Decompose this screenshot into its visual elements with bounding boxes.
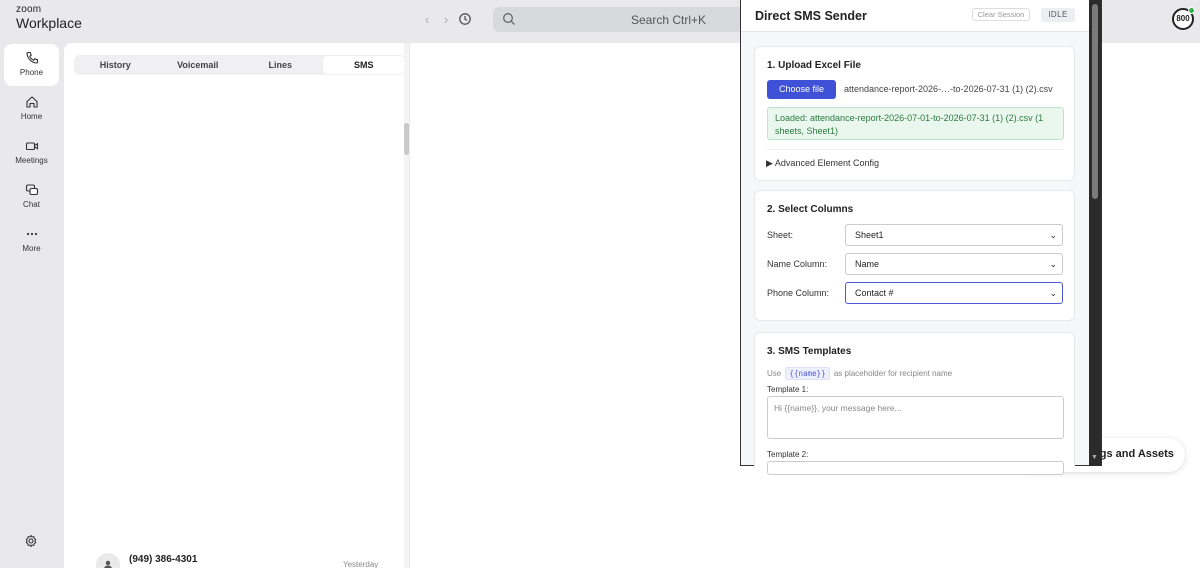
file-name: attendance-report-2026-…-to-2026-07-31 (…	[844, 84, 1053, 94]
loaded-message: Loaded: attendance-report-2026-07-01-to-…	[767, 107, 1064, 140]
templates-heading: 3. SMS Templates	[767, 346, 852, 357]
sheet-select[interactable]: Sheet1 ⌄	[845, 224, 1063, 246]
templates-card: 3. SMS Templates Use {{name}} as placeho…	[754, 332, 1075, 475]
name-column-value: Name	[855, 259, 880, 269]
phone-tabs: History Voicemail Lines SMS	[74, 55, 406, 75]
contact-name: (949) 386-4301	[129, 554, 198, 565]
rail-label: Meetings	[15, 156, 48, 165]
template-1-placeholder: Hi {{name}}, your message here...	[774, 403, 902, 413]
name-column-label: Name Column:	[767, 259, 828, 269]
choose-file-button[interactable]: Choose file	[767, 80, 836, 99]
sheet-label: Sheet:	[767, 230, 794, 240]
popup-header: Direct SMS Sender Clear Session IDLE	[741, 0, 1089, 32]
logo-product: Workplace	[16, 15, 82, 31]
chat-icon	[25, 184, 38, 196]
rail-label: More	[22, 244, 41, 253]
rail-label: Phone	[19, 68, 44, 77]
video-icon	[25, 142, 38, 151]
avatar-label: 800	[1176, 14, 1190, 23]
back-icon[interactable]: ‹	[419, 12, 435, 28]
logo-brand: zoom	[16, 4, 42, 15]
template-1-label: Template 1:	[767, 385, 809, 394]
rail-item-chat[interactable]: Chat	[4, 176, 59, 218]
columns-heading: 2. Select Columns	[767, 204, 854, 215]
app-logo: zoom Workplace	[16, 4, 82, 31]
hint-prefix: Use	[767, 369, 782, 378]
chevron-down-icon: ⌄	[1049, 230, 1057, 240]
divider	[767, 149, 1064, 150]
sms-sender-popup: Direct SMS Sender Clear Session IDLE 1. …	[740, 0, 1102, 475]
template-2-label: Template 2:	[767, 450, 809, 459]
placeholder-code: {{name}}	[785, 367, 830, 380]
more-icon	[26, 232, 37, 236]
rail-item-home[interactable]: Home	[4, 88, 59, 130]
settings-icon[interactable]	[24, 534, 38, 553]
phone-column-label: Phone Column:	[767, 288, 830, 298]
search-icon	[503, 13, 515, 25]
scroll-down-icon[interactable]: ▼	[1091, 454, 1099, 462]
chevron-down-icon: ⌄	[1049, 288, 1057, 298]
contact-avatar	[96, 553, 120, 568]
tab-history[interactable]: History	[74, 55, 157, 75]
phone-list-panel: History Voicemail Lines SMS (949) 386-43…	[64, 43, 409, 568]
advanced-config-toggle[interactable]: ▶ Advanced Element Config	[766, 158, 879, 169]
contact-date: Yesterday	[343, 560, 379, 568]
list-scrollbar[interactable]	[404, 123, 409, 155]
chevron-down-icon: ⌄	[1049, 259, 1057, 269]
phone-icon	[25, 51, 38, 64]
name-column-select[interactable]: Name ⌄	[845, 253, 1063, 275]
phone-column-select[interactable]: Contact # ⌄	[845, 282, 1063, 304]
list-scroll-track	[404, 43, 409, 568]
history-icon[interactable]	[457, 12, 473, 28]
left-rail: Phone Home Meetings Chat More	[0, 42, 62, 568]
rail-item-phone[interactable]: Phone	[4, 44, 59, 86]
popup-title: Direct SMS Sender	[755, 9, 867, 23]
sheet-value: Sheet1	[855, 230, 884, 240]
list-item[interactable]: (949) 386-4301 Yesterday	[96, 551, 386, 568]
rail-item-more[interactable]: More	[4, 220, 59, 262]
popup-scroll-thumb[interactable]	[1092, 4, 1098, 199]
upload-heading: 1. Upload Excel File	[767, 60, 861, 71]
status-badge: IDLE	[1041, 8, 1075, 22]
forward-icon[interactable]: ›	[438, 12, 454, 28]
search-placeholder: Search Ctrl+K	[631, 13, 707, 27]
columns-card: 2. Select Columns Sheet: Sheet1 ⌄ Name C…	[754, 190, 1075, 321]
rail-label: Chat	[23, 200, 40, 209]
home-icon	[25, 96, 38, 108]
presence-dot	[1188, 7, 1195, 14]
tab-lines[interactable]: Lines	[239, 55, 322, 75]
tab-sms[interactable]: SMS	[322, 56, 405, 74]
template-1-input[interactable]: Hi {{name}}, your message here...	[767, 396, 1064, 439]
avatar[interactable]: 800	[1172, 7, 1195, 30]
rail-item-meetings[interactable]: Meetings	[4, 132, 59, 174]
upload-card: 1. Upload Excel File Choose file attenda…	[754, 46, 1075, 181]
rail-label: Home	[20, 112, 43, 121]
phone-column-value: Contact #	[855, 288, 894, 298]
popup-scrollbar[interactable]: ▼	[1089, 0, 1101, 466]
pill-label: ngs and Assets	[1093, 448, 1174, 460]
hint-suffix: as placeholder for recipient name	[833, 369, 953, 378]
placeholder-hint: Use {{name}} as placeholder for recipien…	[767, 367, 952, 380]
clear-session-button[interactable]: Clear Session	[972, 8, 1030, 21]
tab-voicemail[interactable]: Voicemail	[157, 55, 240, 75]
person-icon	[104, 560, 112, 568]
template-2-input[interactable]	[767, 461, 1064, 475]
